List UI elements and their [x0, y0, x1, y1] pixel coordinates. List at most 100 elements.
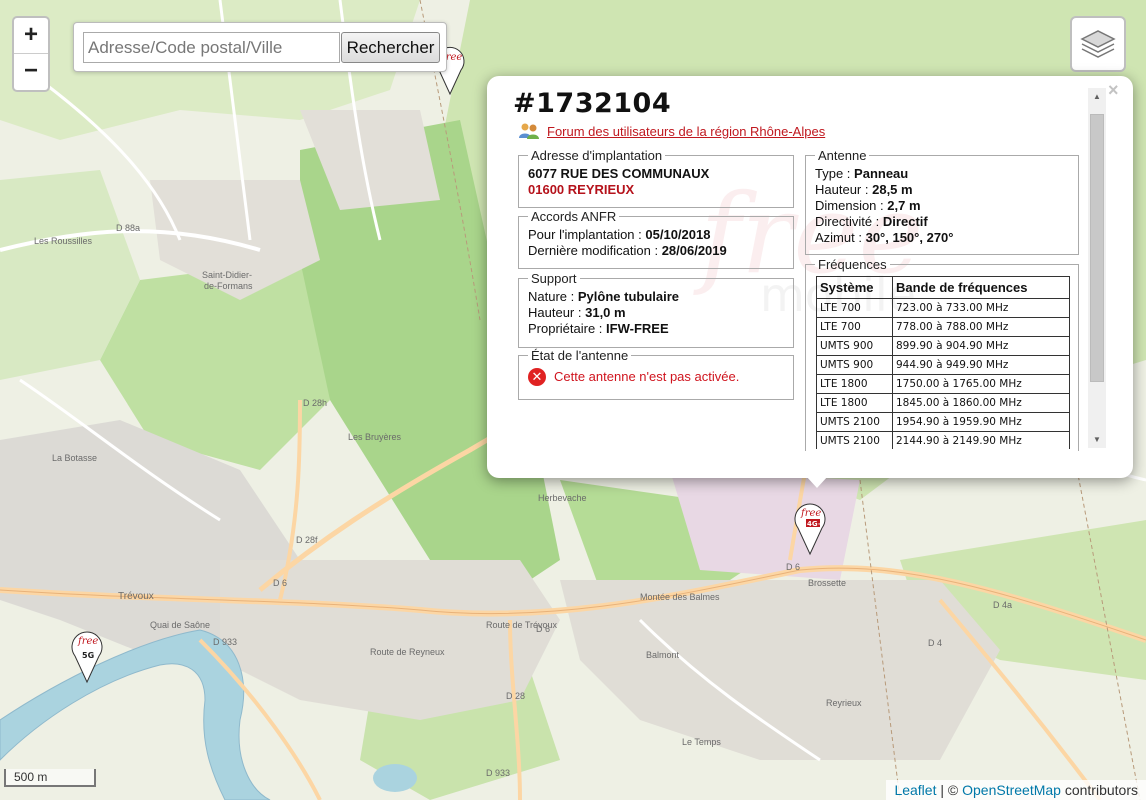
anfr-fieldset: Accords ANFR Pour l'implantation : 05/10…	[518, 209, 794, 269]
support-height-row: Hauteur : 31,0 m	[528, 305, 784, 321]
search-button[interactable]: Rechercher	[341, 32, 440, 63]
system-cell: UMTS 900	[816, 336, 893, 356]
field-label: Type :	[815, 166, 851, 181]
field-value: 31,0 m	[585, 305, 626, 320]
antenna-type-row: Type : Panneau	[815, 166, 1069, 182]
forum-link[interactable]: Forum des utilisateurs de la région Rhôn…	[547, 124, 825, 139]
table-row: UMTS 900 944.90 à 949.90 MHz	[816, 355, 1070, 375]
svg-text:5G: 5G	[82, 651, 94, 660]
antenna-directivity-row: Directivité : Directif	[815, 214, 1069, 230]
search-bar: Rechercher	[73, 22, 447, 72]
svg-text:4G+: 4G+	[807, 520, 824, 528]
band-cell: 1750.00 à 1765.00 MHz	[892, 374, 1070, 394]
field-label: Hauteur :	[528, 305, 582, 320]
map-attribution: Leaflet | © OpenStreetMap contributors	[886, 780, 1146, 800]
layers-icon	[1080, 30, 1116, 58]
frequencies-table: Système Bande de fréquences LTE 700 723.0…	[816, 276, 1070, 449]
antenna-dimension-row: Dimension : 2,7 m	[815, 198, 1069, 214]
field-value: Directif	[882, 214, 928, 229]
system-cell: LTE 1800	[816, 374, 893, 394]
popup-title: #1732104	[513, 88, 672, 119]
band-cell: 899.90 à 904.90 MHz	[892, 336, 1070, 356]
map-scale: 500 m	[4, 769, 96, 787]
band-cell: 2144.90 à 2149.90 MHz	[892, 431, 1070, 449]
table-row: LTE 700 723.00 à 733.00 MHz	[816, 298, 1070, 318]
svg-text:free: free	[800, 508, 821, 519]
antenna-marker[interactable]: free 5G	[70, 630, 104, 684]
table-row: LTE 1800 1845.00 à 1860.00 MHz	[816, 393, 1070, 413]
table-row: LTE 1800 1750.00 à 1765.00 MHz	[816, 374, 1070, 394]
attribution-separator: | ©	[936, 782, 963, 798]
antenna-marker-selected[interactable]: free 4G+	[793, 502, 827, 556]
free-4g-marker-icon: free 4G+	[794, 503, 826, 556]
support-fieldset: Support Nature : Pylône tubulaire Hauteu…	[518, 271, 794, 348]
band-cell: 1845.00 à 1860.00 MHz	[892, 393, 1070, 413]
fieldset-legend: Support	[531, 271, 577, 286]
fieldset-legend: État de l'antenne	[531, 348, 629, 363]
table-header-row: Système Bande de fréquences	[816, 276, 1070, 299]
address-street: 6077 RUE DES COMMUNAUX	[528, 166, 710, 181]
scrollbar-thumb[interactable]	[1090, 114, 1104, 382]
field-label: Directivité :	[815, 214, 880, 229]
field-value: Pylône tubulaire	[577, 289, 680, 304]
address-search-input[interactable]	[83, 32, 340, 63]
table-row: UMTS 900 899.90 à 904.90 MHz	[816, 336, 1070, 356]
fieldset-legend: Antenne	[818, 148, 867, 163]
zoom-control: + −	[12, 16, 50, 92]
antenna-fieldset: Antenne Type : Panneau Hauteur : 28,5 m …	[805, 148, 1079, 255]
leaflet-link[interactable]: Leaflet	[894, 782, 936, 798]
support-nature-row: Nature : Pylône tubulaire	[528, 289, 784, 305]
support-owner-row: Propriétaire : IFW-FREE	[528, 321, 784, 337]
table-row: UMTS 2100 1954.90 à 1959.90 MHz	[816, 412, 1070, 432]
band-cell: 723.00 à 733.00 MHz	[892, 298, 1070, 318]
attribution-suffix: contributors	[1060, 782, 1138, 798]
column-header: Système	[816, 276, 893, 299]
popup-scrollbar[interactable]: ▲ ▼	[1088, 88, 1106, 448]
fieldset-legend: Adresse d'implantation	[531, 148, 663, 163]
field-value: 05/10/2018	[645, 227, 711, 242]
forum-users-icon	[518, 122, 540, 145]
system-cell: LTE 700	[816, 317, 893, 337]
band-cell: 944.90 à 949.90 MHz	[892, 355, 1070, 375]
scroll-down-arrow-icon[interactable]: ▼	[1088, 431, 1106, 448]
field-value: 30°, 150°, 270°	[865, 230, 954, 245]
osm-link[interactable]: OpenStreetMap	[962, 782, 1061, 798]
field-value: 28/06/2019	[661, 243, 727, 258]
zoom-out-button[interactable]: −	[14, 54, 48, 90]
popup-tip	[806, 476, 828, 488]
system-cell: LTE 1800	[816, 393, 893, 413]
table-row: UMTS 2100 2144.90 à 2149.90 MHz	[816, 431, 1070, 449]
fieldset-legend: Fréquences	[818, 257, 887, 272]
fieldset-legend: Accords ANFR	[531, 209, 617, 224]
free-5g-marker-icon: free 5G	[71, 631, 103, 684]
field-label: Propriétaire :	[528, 321, 603, 336]
column-header: Bande de fréquences	[892, 276, 1070, 299]
anfr-modification-row: Dernière modification : 28/06/2019	[528, 243, 784, 259]
band-cell: 1954.90 à 1959.90 MHz	[892, 412, 1070, 432]
field-label: Pour l'implantation :	[528, 227, 642, 242]
field-value: 2,7 m	[887, 198, 921, 213]
anfr-implantation-row: Pour l'implantation : 05/10/2018	[528, 227, 784, 243]
antenna-height-row: Hauteur : 28,5 m	[815, 182, 1069, 198]
band-cell: 778.00 à 788.00 MHz	[892, 317, 1070, 337]
scroll-up-arrow-icon[interactable]: ▲	[1088, 88, 1106, 105]
state-fieldset: État de l'antenne ✕ Cette antenne n'est …	[518, 348, 794, 400]
layers-button[interactable]	[1070, 16, 1126, 72]
svg-text:free: free	[77, 636, 98, 647]
field-label: Dernière modification :	[528, 243, 659, 258]
field-label: Dimension :	[815, 198, 884, 213]
address-fieldset: Adresse d'implantation 6077 RUE DES COMM…	[518, 148, 794, 208]
system-cell: UMTS 2100	[816, 431, 893, 449]
zoom-in-button[interactable]: +	[14, 18, 48, 54]
field-label: Hauteur :	[815, 182, 869, 197]
field-value: 28,5 m	[872, 182, 913, 197]
close-icon[interactable]: ×	[1108, 80, 1119, 101]
field-label: Azimut :	[815, 230, 862, 245]
field-value: IFW-FREE	[606, 321, 669, 336]
state-text: Cette antenne n'est pas activée.	[554, 369, 740, 384]
system-cell: LTE 700	[816, 298, 893, 318]
field-label: Nature :	[528, 289, 575, 304]
system-cell: UMTS 900	[816, 355, 893, 375]
address-city: 01600 REYRIEUX	[528, 182, 635, 197]
field-value: Panneau	[854, 166, 909, 181]
